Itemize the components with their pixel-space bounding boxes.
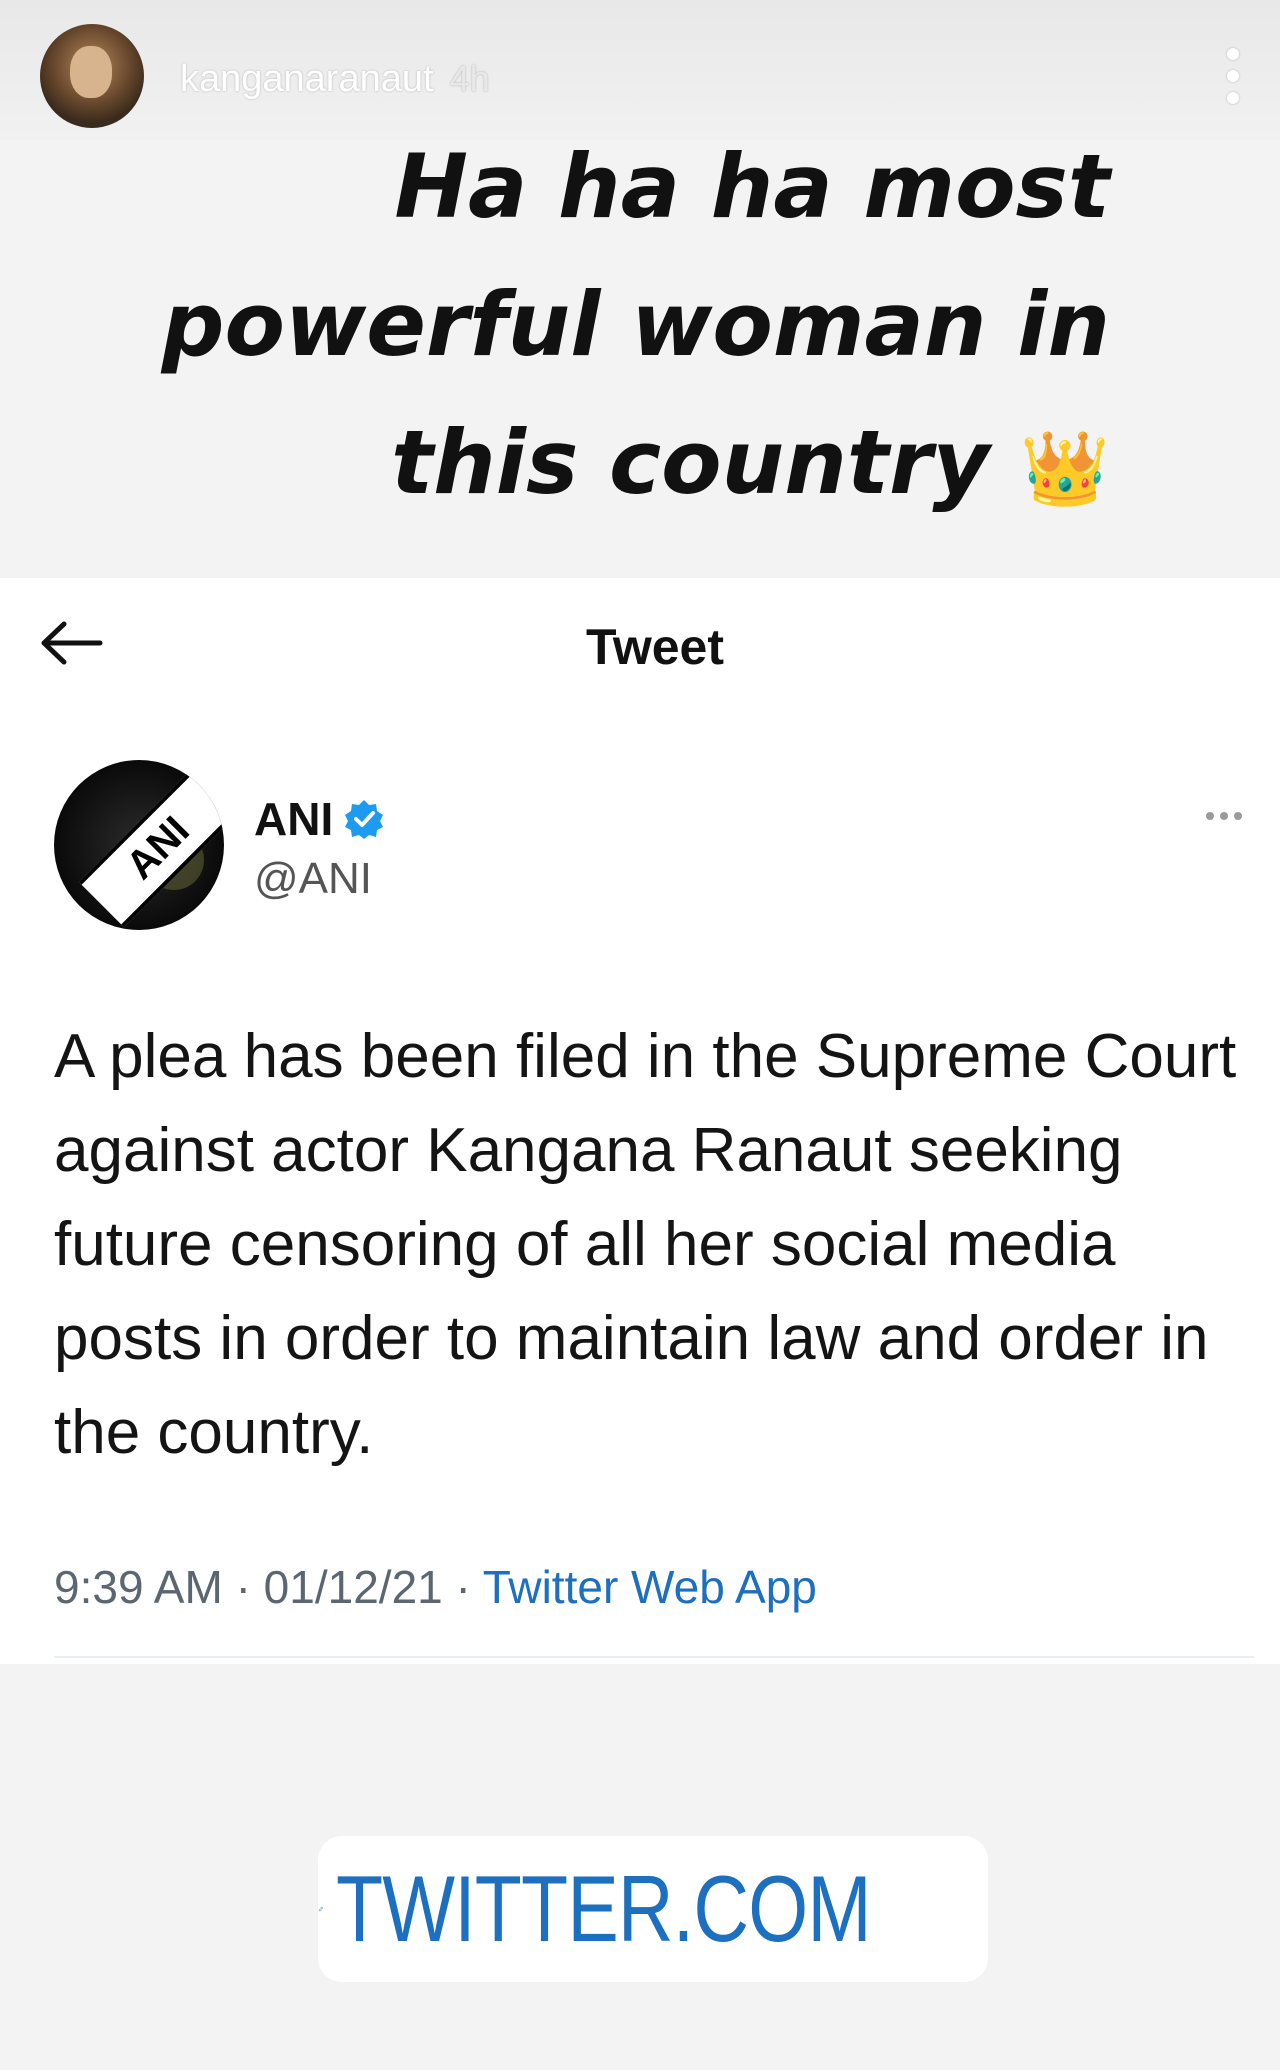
author-name-text: ANI xyxy=(254,793,334,845)
link-sticker[interactable]: TWITTER.COM xyxy=(318,1836,988,1982)
caption-line-2: powerful woman in xyxy=(161,273,1111,376)
page-title: Tweet xyxy=(0,618,1280,676)
page-title-text: Tweet xyxy=(586,619,724,675)
caption-line-1: Ha ha ha most xyxy=(394,135,1110,238)
tweet-more-icon[interactable] xyxy=(1206,812,1242,820)
crown-emoji: 👑 xyxy=(1020,426,1110,510)
author-handle[interactable]: @ANI xyxy=(254,854,372,904)
author-name[interactable]: ANI xyxy=(254,792,385,846)
verified-badge-icon xyxy=(345,800,384,839)
link-sticker-label: TWITTER.COM xyxy=(335,1856,872,1961)
link-icon xyxy=(318,1906,324,1912)
story-time: 4h xyxy=(449,58,490,99)
author-avatar[interactable]: ANI xyxy=(54,760,224,930)
tweet-source-link[interactable]: Twitter Web App xyxy=(483,1561,817,1613)
meta-separator-1: · xyxy=(235,1561,251,1613)
caption-line-3: this country 👑 xyxy=(80,394,1110,537)
avatar-face xyxy=(70,46,112,98)
tweet-meta: 9:39 AM · 01/12/21 · Twitter Web App xyxy=(54,1560,817,1614)
more-options-icon[interactable] xyxy=(1226,48,1240,104)
username-text: kanganaranaut xyxy=(180,58,434,100)
avatar[interactable] xyxy=(40,24,144,128)
story-caption: Ha ha ha most powerful woman in this cou… xyxy=(80,118,1111,537)
tweet-text: A plea has been filed in the Supreme Cou… xyxy=(54,1022,1237,1467)
tweet-time: 9:39 AM xyxy=(54,1561,223,1613)
story-username[interactable]: kanganaranaut 4h xyxy=(180,58,490,101)
meta-separator-2: · xyxy=(455,1561,471,1613)
divider xyxy=(54,1656,1254,1658)
caption-line-3-text: this country xyxy=(391,411,990,514)
tweet-date: 01/12/21 xyxy=(263,1561,443,1613)
